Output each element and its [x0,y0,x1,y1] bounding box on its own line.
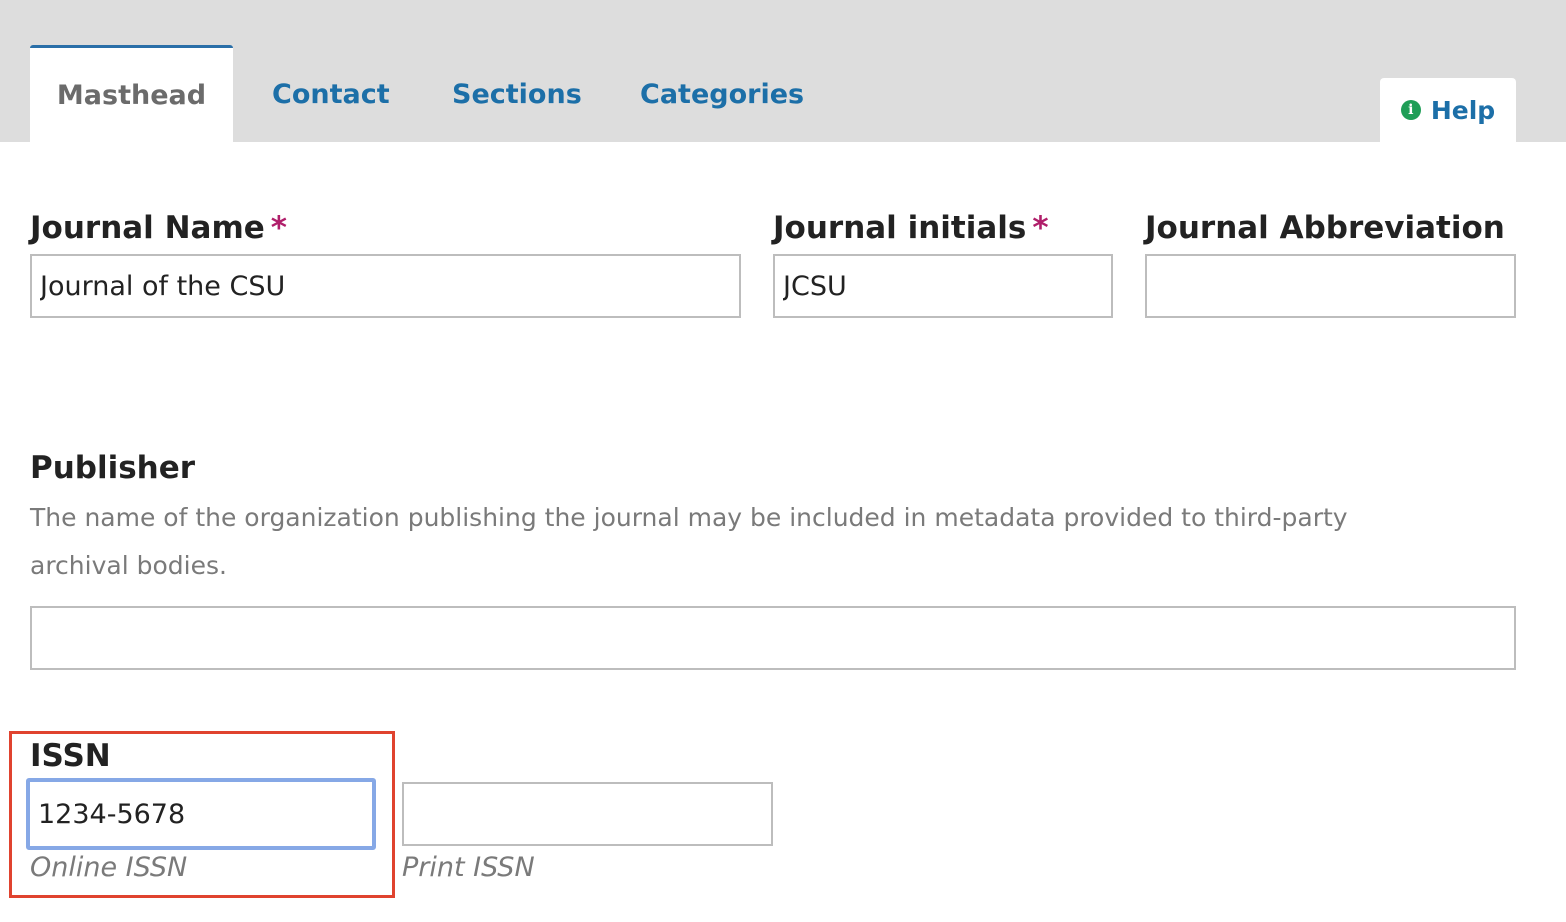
publisher-description: The name of the organization publishing … [30,503,1348,580]
journal-settings-page: Masthead Contact Sections Categories i H… [0,0,1566,922]
publisher-label: Publisher [30,450,196,486]
journal-abbreviation-label: Journal Abbreviation [1145,210,1505,246]
online-issn-input[interactable] [26,778,376,850]
help-label: Help [1430,95,1496,125]
journal-initials-label-text: Journal initials [773,210,1027,246]
publisher-input[interactable] [30,606,1516,670]
issn-label: ISSN [30,738,111,774]
print-issn-input[interactable] [402,782,773,846]
tab-contact[interactable]: Contact [272,47,390,142]
required-marker: * [1032,210,1049,246]
journal-abbreviation-input[interactable] [1145,254,1516,318]
tab-bar: Masthead Contact Sections Categories i H… [0,0,1566,145]
journal-name-input[interactable] [30,254,741,318]
journal-initials-label: Journal initials * [773,210,1049,246]
journal-name-label: Journal Name * [30,210,287,246]
print-issn-sublabel: Print ISSN [402,852,535,883]
journal-initials-input[interactable] [773,254,1113,318]
help-button[interactable]: i Help [1380,78,1516,142]
tab-sections[interactable]: Sections [452,47,582,142]
info-circle-icon: i [1400,100,1421,120]
tab-categories[interactable]: Categories [640,47,804,142]
tab-masthead[interactable]: Masthead [30,45,233,145]
journal-name-label-text: Journal Name [30,210,265,246]
online-issn-sublabel: Online ISSN [30,852,188,883]
required-marker: * [270,210,288,246]
